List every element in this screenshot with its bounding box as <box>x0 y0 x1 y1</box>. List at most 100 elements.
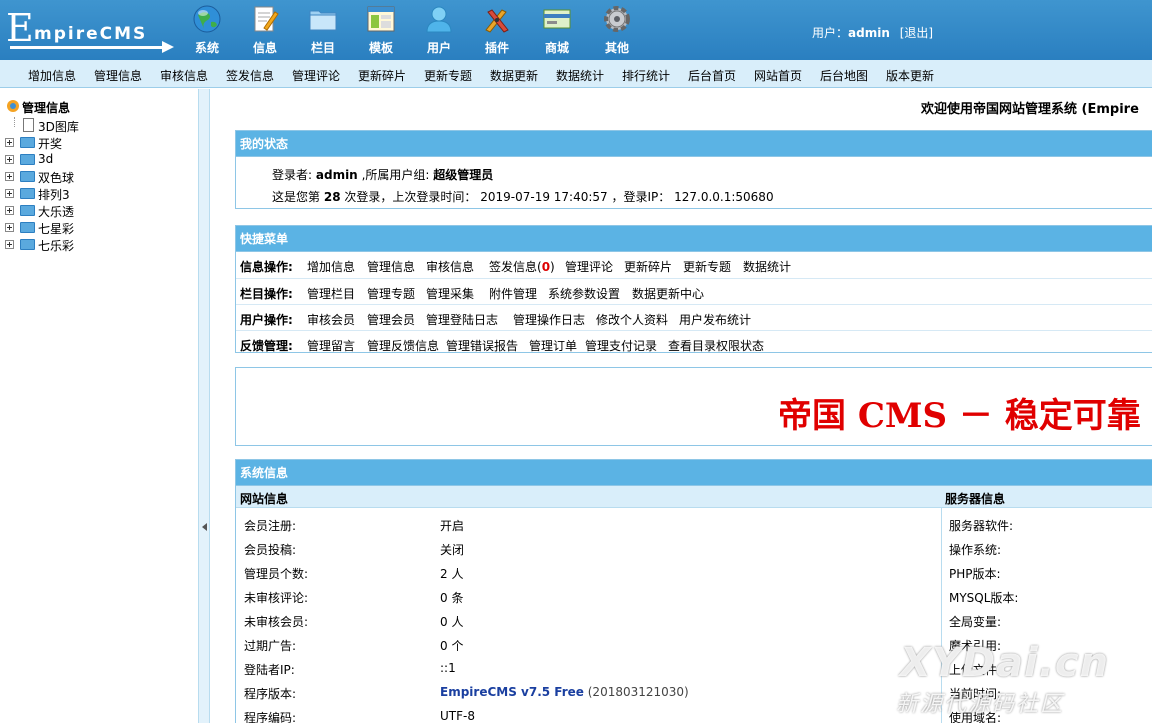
expand-icon[interactable] <box>5 240 14 249</box>
expand-icon[interactable] <box>5 138 14 147</box>
quick-link[interactable]: 管理采集 <box>426 285 474 302</box>
tree-root-label: 管理信息 <box>22 101 71 115</box>
slogan-banner: 帝国 CMS － 稳定可靠 <box>235 367 1152 446</box>
nav-plugin-label: 插件 <box>484 41 509 55</box>
quick-link[interactable]: 管理订单 <box>529 337 577 354</box>
quick-link[interactable]: 管理会员 <box>367 311 415 328</box>
submenu-review-info[interactable]: 审核信息 <box>160 67 208 84</box>
submenu-version-update[interactable]: 版本更新 <box>886 67 934 84</box>
document-icon <box>23 118 34 132</box>
folder-icon <box>20 154 35 165</box>
quick-row-label: 栏目操作: <box>240 287 293 301</box>
quick-row-user: 用户操作: 审核会员 管理会员 管理登陆日志 管理操作日志 修改个人资料 用户发… <box>236 304 1152 330</box>
info-value: 2 人 <box>440 567 464 581</box>
user-group: 超级管理员 <box>433 168 494 182</box>
panel-splitter[interactable] <box>198 89 210 723</box>
submenu-rank-stats[interactable]: 排行统计 <box>622 67 670 84</box>
empirecms-logo[interactable]: E mpireCMS <box>6 8 176 54</box>
sub-menu-bar: 增加信息 管理信息 审核信息 签发信息 管理评论 更新碎片 更新专题 数据更新 … <box>0 60 1152 88</box>
quick-link-sign[interactable]: 签发信息(0) <box>489 258 555 275</box>
login-count-line: 这是您第 28 次登录，上次登录时间： 2019-07-19 17:40:57 … <box>272 188 774 205</box>
quick-link[interactable]: 更新碎片 <box>624 258 672 275</box>
quick-link[interactable]: 数据更新中心 <box>632 285 704 302</box>
nav-user[interactable]: 用户 <box>414 4 464 58</box>
nav-plugin[interactable]: 插件 <box>472 4 522 58</box>
category-tree: 管理信息 3D图库 开奖 3d 双色球 排列3 大乐透 七星彩 七乐彩 <box>0 89 198 723</box>
submenu-data-stats[interactable]: 数据统计 <box>556 67 604 84</box>
nav-template[interactable]: 模板 <box>356 4 406 58</box>
last-login-time: 2019-07-19 17:40:57 <box>480 190 608 204</box>
submenu-manage-comments[interactable]: 管理评论 <box>292 67 340 84</box>
tools-icon <box>485 9 509 33</box>
logo-arrow-line <box>10 46 166 49</box>
submenu-data-update[interactable]: 数据更新 <box>490 67 538 84</box>
server-info-row: 魔术引用: <box>949 639 1002 653</box>
nav-shop[interactable]: 商城 <box>532 4 582 58</box>
expand-icon[interactable] <box>5 223 14 232</box>
quick-link[interactable]: 管理留言 <box>307 337 355 354</box>
quick-link[interactable]: 更新专题 <box>683 258 731 275</box>
quick-link[interactable]: 管理专题 <box>367 285 415 302</box>
info-key: 过期广告: <box>244 639 297 653</box>
server-info-row: 使用域名: <box>949 711 1002 723</box>
nav-column[interactable]: 栏目 <box>298 4 348 58</box>
quick-link[interactable]: 附件管理 <box>489 285 537 302</box>
tree-item-label: 双色球 <box>38 171 75 185</box>
nav-info[interactable]: 信息 <box>240 4 290 58</box>
sysinfo-subheader: 网站信息 服务器信息 <box>236 486 1152 508</box>
nav-other[interactable]: 其他 <box>592 4 642 58</box>
quick-link[interactable]: 修改个人资料 <box>596 311 668 328</box>
submenu-site-home[interactable]: 网站首页 <box>754 67 802 84</box>
home-folder-icon <box>7 100 19 112</box>
folder-icon <box>20 222 35 233</box>
submenu-admin-map[interactable]: 后台地图 <box>820 67 868 84</box>
gear-icon <box>604 6 630 32</box>
submenu-manage-info[interactable]: 管理信息 <box>94 67 142 84</box>
expand-icon[interactable] <box>5 206 14 215</box>
quick-link[interactable]: 管理栏目 <box>307 285 355 302</box>
my-status-panel: 我的状态 登录者: admin ,所属用户组: 超级管理员 这是您第 28 次登… <box>235 130 1152 209</box>
server-info-header: 服务器信息 <box>945 492 1006 506</box>
quick-link[interactable]: 数据统计 <box>743 258 791 275</box>
quick-link[interactable]: 管理评论 <box>565 258 613 275</box>
expand-icon[interactable] <box>5 155 14 164</box>
expand-icon[interactable] <box>5 172 14 181</box>
quick-link[interactable]: 系统参数设置 <box>548 285 620 302</box>
submenu-add-info[interactable]: 增加信息 <box>28 67 76 84</box>
info-value: ::1 <box>440 661 456 675</box>
quick-link[interactable]: 管理操作日志 <box>513 311 585 328</box>
quick-link[interactable]: 管理信息 <box>367 258 415 275</box>
quick-link[interactable]: 管理支付记录 <box>585 337 657 354</box>
nav-system[interactable]: 系统 <box>182 4 232 58</box>
info-key: 会员投稿: <box>244 543 297 557</box>
info-key: 会员注册: <box>244 519 297 533</box>
logo-big-letter: E <box>6 6 34 50</box>
info-key: 程序版本: <box>244 687 297 701</box>
logout-link[interactable]: [退出] <box>900 26 933 40</box>
quick-link[interactable]: 用户发布统计 <box>679 311 751 328</box>
submenu-update-fragments[interactable]: 更新碎片 <box>358 67 406 84</box>
collapse-arrow-icon[interactable] <box>202 523 207 531</box>
quick-link[interactable]: 查看目录权限状态 <box>668 337 764 354</box>
submenu-admin-home[interactable]: 后台首页 <box>688 67 736 84</box>
submenu-update-topics[interactable]: 更新专题 <box>424 67 472 84</box>
quick-row-info: 信息操作: 增加信息 管理信息 审核信息 签发信息(0) 管理评论 更新碎片 更… <box>236 252 1152 278</box>
server-info-row: MYSQL版本: <box>949 591 1019 605</box>
count-suffix: 次登录，上次登录时间： <box>344 190 477 204</box>
login-user-line: 登录者: admin ,所属用户组: 超级管理员 <box>272 166 493 183</box>
expand-icon[interactable] <box>5 189 14 198</box>
version-link[interactable]: EmpireCMS v7.5 Free <box>440 685 584 699</box>
tree-item-label: 七乐彩 <box>38 239 75 253</box>
quick-link[interactable]: 审核会员 <box>307 311 355 328</box>
quick-link[interactable]: 管理登陆日志 <box>426 311 498 328</box>
quick-link[interactable]: 管理反馈信息 <box>367 337 439 354</box>
server-info-row: 全局变量: <box>949 615 1002 629</box>
quick-link[interactable]: 增加信息 <box>307 258 355 275</box>
server-info-row: 服务器软件: <box>949 519 1014 533</box>
info-key: 管理员个数: <box>244 567 309 581</box>
submenu-sign-info[interactable]: 签发信息 <box>226 67 274 84</box>
system-info-panel: 系统信息 网站信息 服务器信息 会员注册: 开启 会员投稿: 关闭 管理员个数: 2 … <box>235 459 1152 723</box>
login-count: 28 <box>323 190 341 204</box>
quick-link[interactable]: 管理错误报告 <box>446 337 518 354</box>
quick-link[interactable]: 审核信息 <box>426 258 474 275</box>
